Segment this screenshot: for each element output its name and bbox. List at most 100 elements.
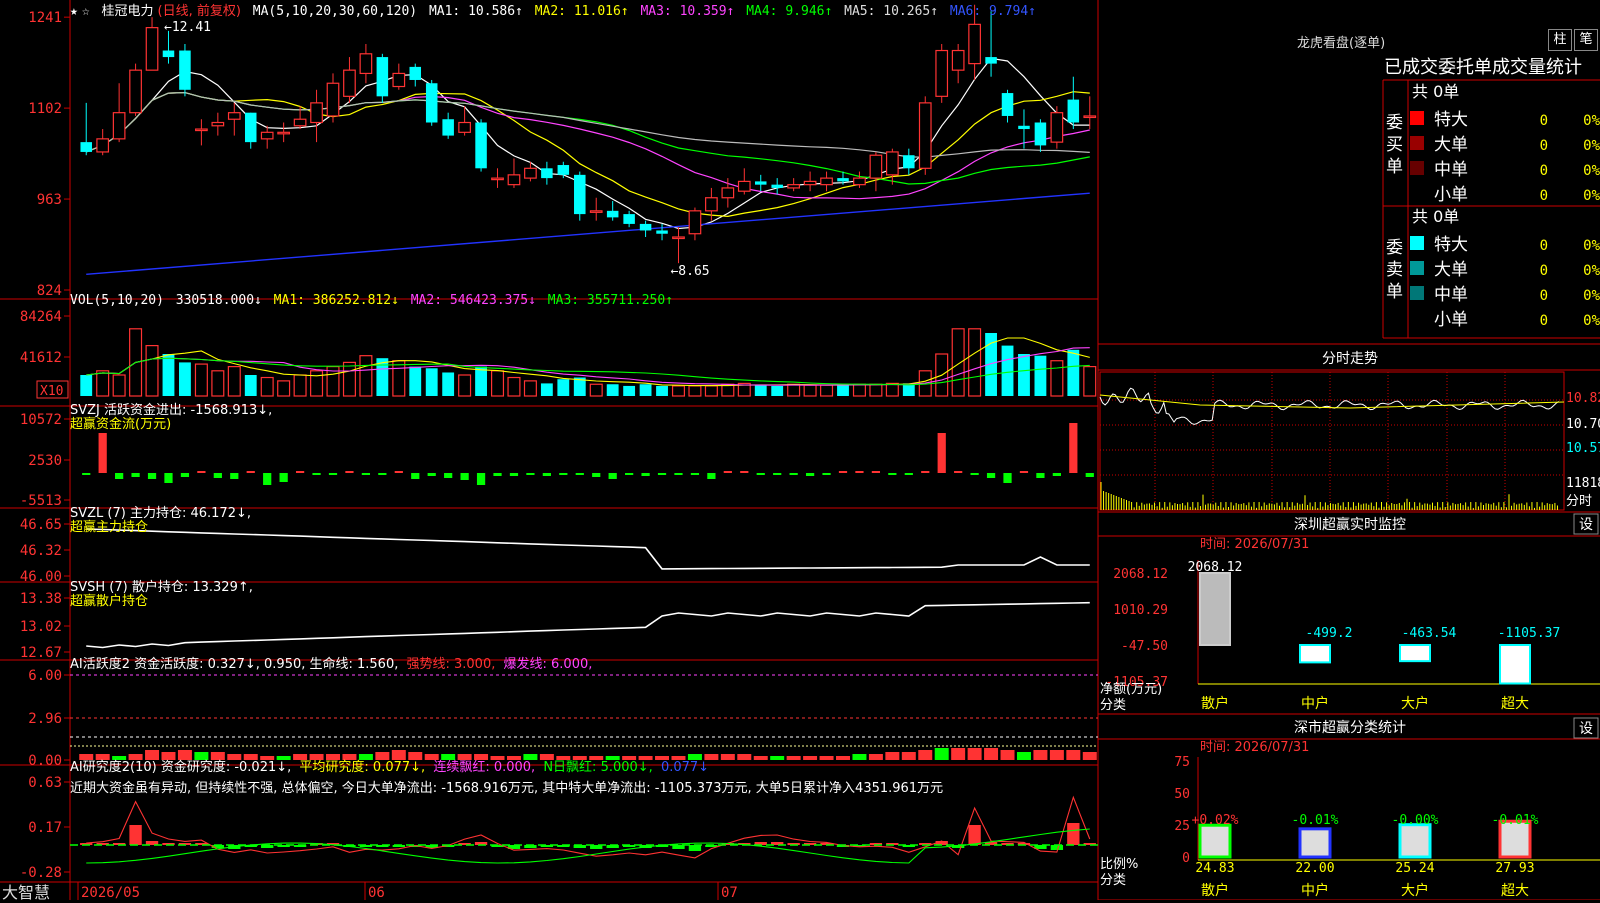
activity-bar[interactable] bbox=[852, 754, 867, 760]
candle-body[interactable] bbox=[623, 214, 635, 224]
fund-flow-bar[interactable] bbox=[1036, 473, 1045, 478]
fund-flow-bar[interactable] bbox=[460, 473, 469, 480]
fund-flow-bar[interactable] bbox=[805, 473, 815, 476]
fund-flow-bar[interactable] bbox=[164, 473, 173, 483]
candle-body[interactable] bbox=[885, 151, 899, 176]
activity-bar[interactable] bbox=[951, 748, 966, 760]
fund-flow-bar[interactable] bbox=[230, 473, 239, 479]
candle-body[interactable] bbox=[903, 155, 915, 169]
fund-flow-bar[interactable] bbox=[411, 473, 420, 479]
fund-flow-bar[interactable] bbox=[559, 473, 568, 475]
volume-bar[interactable] bbox=[277, 380, 291, 397]
candle-body[interactable] bbox=[639, 223, 652, 231]
candle-body[interactable] bbox=[179, 50, 191, 90]
candle-body[interactable] bbox=[1050, 112, 1064, 143]
volume-bar[interactable] bbox=[557, 379, 570, 396]
candle-body[interactable] bbox=[589, 210, 603, 213]
volume-bar[interactable] bbox=[771, 385, 784, 396]
candle-body[interactable] bbox=[409, 66, 422, 80]
activity-bar[interactable] bbox=[901, 752, 916, 760]
fund-flow-bar[interactable] bbox=[328, 473, 338, 475]
fund-flow-bar[interactable] bbox=[279, 473, 288, 482]
candle-body[interactable] bbox=[1034, 122, 1047, 146]
candle-body[interactable] bbox=[1067, 99, 1080, 123]
tab-strip[interactable]: 已成交委托单成交量统计 bbox=[1384, 53, 1582, 79]
candle-body[interactable] bbox=[96, 138, 110, 153]
candle-body[interactable] bbox=[935, 49, 949, 97]
fund-flow-bar[interactable] bbox=[542, 473, 551, 476]
volume-bar[interactable] bbox=[754, 385, 767, 396]
fund-flow-bar[interactable] bbox=[246, 471, 255, 473]
fund-flow-bar[interactable] bbox=[888, 473, 897, 475]
candle-body[interactable] bbox=[475, 122, 487, 169]
candle-body[interactable] bbox=[211, 121, 225, 127]
fund-flow-bar[interactable] bbox=[82, 473, 91, 475]
fund-flow-bar[interactable] bbox=[756, 473, 765, 475]
candle-body[interactable] bbox=[162, 50, 175, 58]
fund-flow-bar[interactable] bbox=[625, 473, 634, 475]
candle-body[interactable] bbox=[195, 128, 208, 132]
candle-body[interactable] bbox=[771, 184, 783, 188]
fund-flow-bar[interactable] bbox=[526, 473, 535, 475]
candle-body[interactable] bbox=[656, 230, 668, 234]
volume-bar[interactable] bbox=[704, 385, 718, 397]
candle-body[interactable] bbox=[326, 82, 340, 117]
fund-flow-bar[interactable] bbox=[147, 473, 157, 479]
volume-bar[interactable] bbox=[409, 366, 422, 396]
candle-body[interactable] bbox=[524, 167, 537, 179]
candle-body[interactable] bbox=[442, 119, 454, 136]
fund-flow-bar[interactable] bbox=[1003, 473, 1012, 483]
fund-flow-bar[interactable] bbox=[509, 473, 519, 476]
volume-bar[interactable] bbox=[852, 383, 866, 397]
fund-flow-bar[interactable] bbox=[954, 471, 963, 473]
activity-bar[interactable] bbox=[967, 748, 982, 760]
class-bar[interactable] bbox=[1398, 823, 1432, 859]
candle-body[interactable] bbox=[392, 72, 406, 88]
volume-bar[interactable] bbox=[656, 385, 668, 396]
fund-flow-bar[interactable] bbox=[1069, 423, 1078, 473]
candle-body[interactable] bbox=[376, 57, 389, 97]
fund-flow-bar[interactable] bbox=[921, 471, 930, 473]
activity-bar[interactable] bbox=[868, 754, 883, 760]
fund-flow-bar[interactable] bbox=[197, 471, 206, 473]
activity-bar[interactable] bbox=[803, 756, 818, 760]
candle-body[interactable] bbox=[541, 168, 553, 179]
research-bar[interactable] bbox=[968, 825, 981, 845]
monitor-bar[interactable] bbox=[1399, 644, 1431, 663]
volume-bar[interactable] bbox=[639, 384, 652, 396]
fund-flow-bar[interactable] bbox=[937, 433, 946, 473]
fund-flow-bar[interactable] bbox=[970, 473, 979, 475]
volume-bar[interactable] bbox=[688, 385, 702, 397]
activity-bar[interactable] bbox=[720, 754, 735, 760]
candle-body[interactable] bbox=[359, 53, 373, 75]
fund-flow-bar[interactable] bbox=[674, 473, 683, 475]
candle-body[interactable] bbox=[672, 236, 685, 240]
activity-bar[interactable] bbox=[737, 754, 752, 760]
fund-flow-bar[interactable] bbox=[493, 473, 502, 476]
monitor-bar[interactable] bbox=[1299, 644, 1331, 664]
volume-bar[interactable] bbox=[787, 383, 801, 397]
monitor-bar[interactable] bbox=[1499, 644, 1531, 685]
volume-bar[interactable] bbox=[623, 385, 636, 396]
candle-body[interactable] bbox=[112, 112, 126, 140]
tick-mode-button[interactable]: 笔 bbox=[1574, 29, 1598, 51]
candle-body[interactable] bbox=[705, 197, 718, 212]
candle-body[interactable] bbox=[787, 184, 801, 189]
candle-body[interactable] bbox=[129, 69, 142, 114]
activity-bar[interactable] bbox=[1000, 750, 1015, 760]
volume-bar[interactable] bbox=[179, 362, 191, 396]
fund-flow-bar[interactable] bbox=[904, 473, 913, 475]
activity-bar[interactable] bbox=[1066, 750, 1081, 760]
volume-bar[interactable] bbox=[211, 370, 225, 397]
candle-body[interactable] bbox=[869, 154, 883, 179]
candle-body[interactable] bbox=[277, 131, 291, 135]
activity-bar[interactable] bbox=[885, 752, 900, 760]
volume-bar[interactable] bbox=[1050, 360, 1064, 397]
fund-flow-bar[interactable] bbox=[1019, 471, 1029, 473]
candle-body[interactable] bbox=[244, 112, 257, 143]
volume-bar[interactable] bbox=[606, 384, 619, 396]
fund-flow-bar[interactable] bbox=[98, 433, 107, 473]
candle-body[interactable] bbox=[458, 121, 471, 133]
activity-bar[interactable] bbox=[918, 750, 933, 760]
monitor-bar[interactable] bbox=[1199, 572, 1231, 646]
